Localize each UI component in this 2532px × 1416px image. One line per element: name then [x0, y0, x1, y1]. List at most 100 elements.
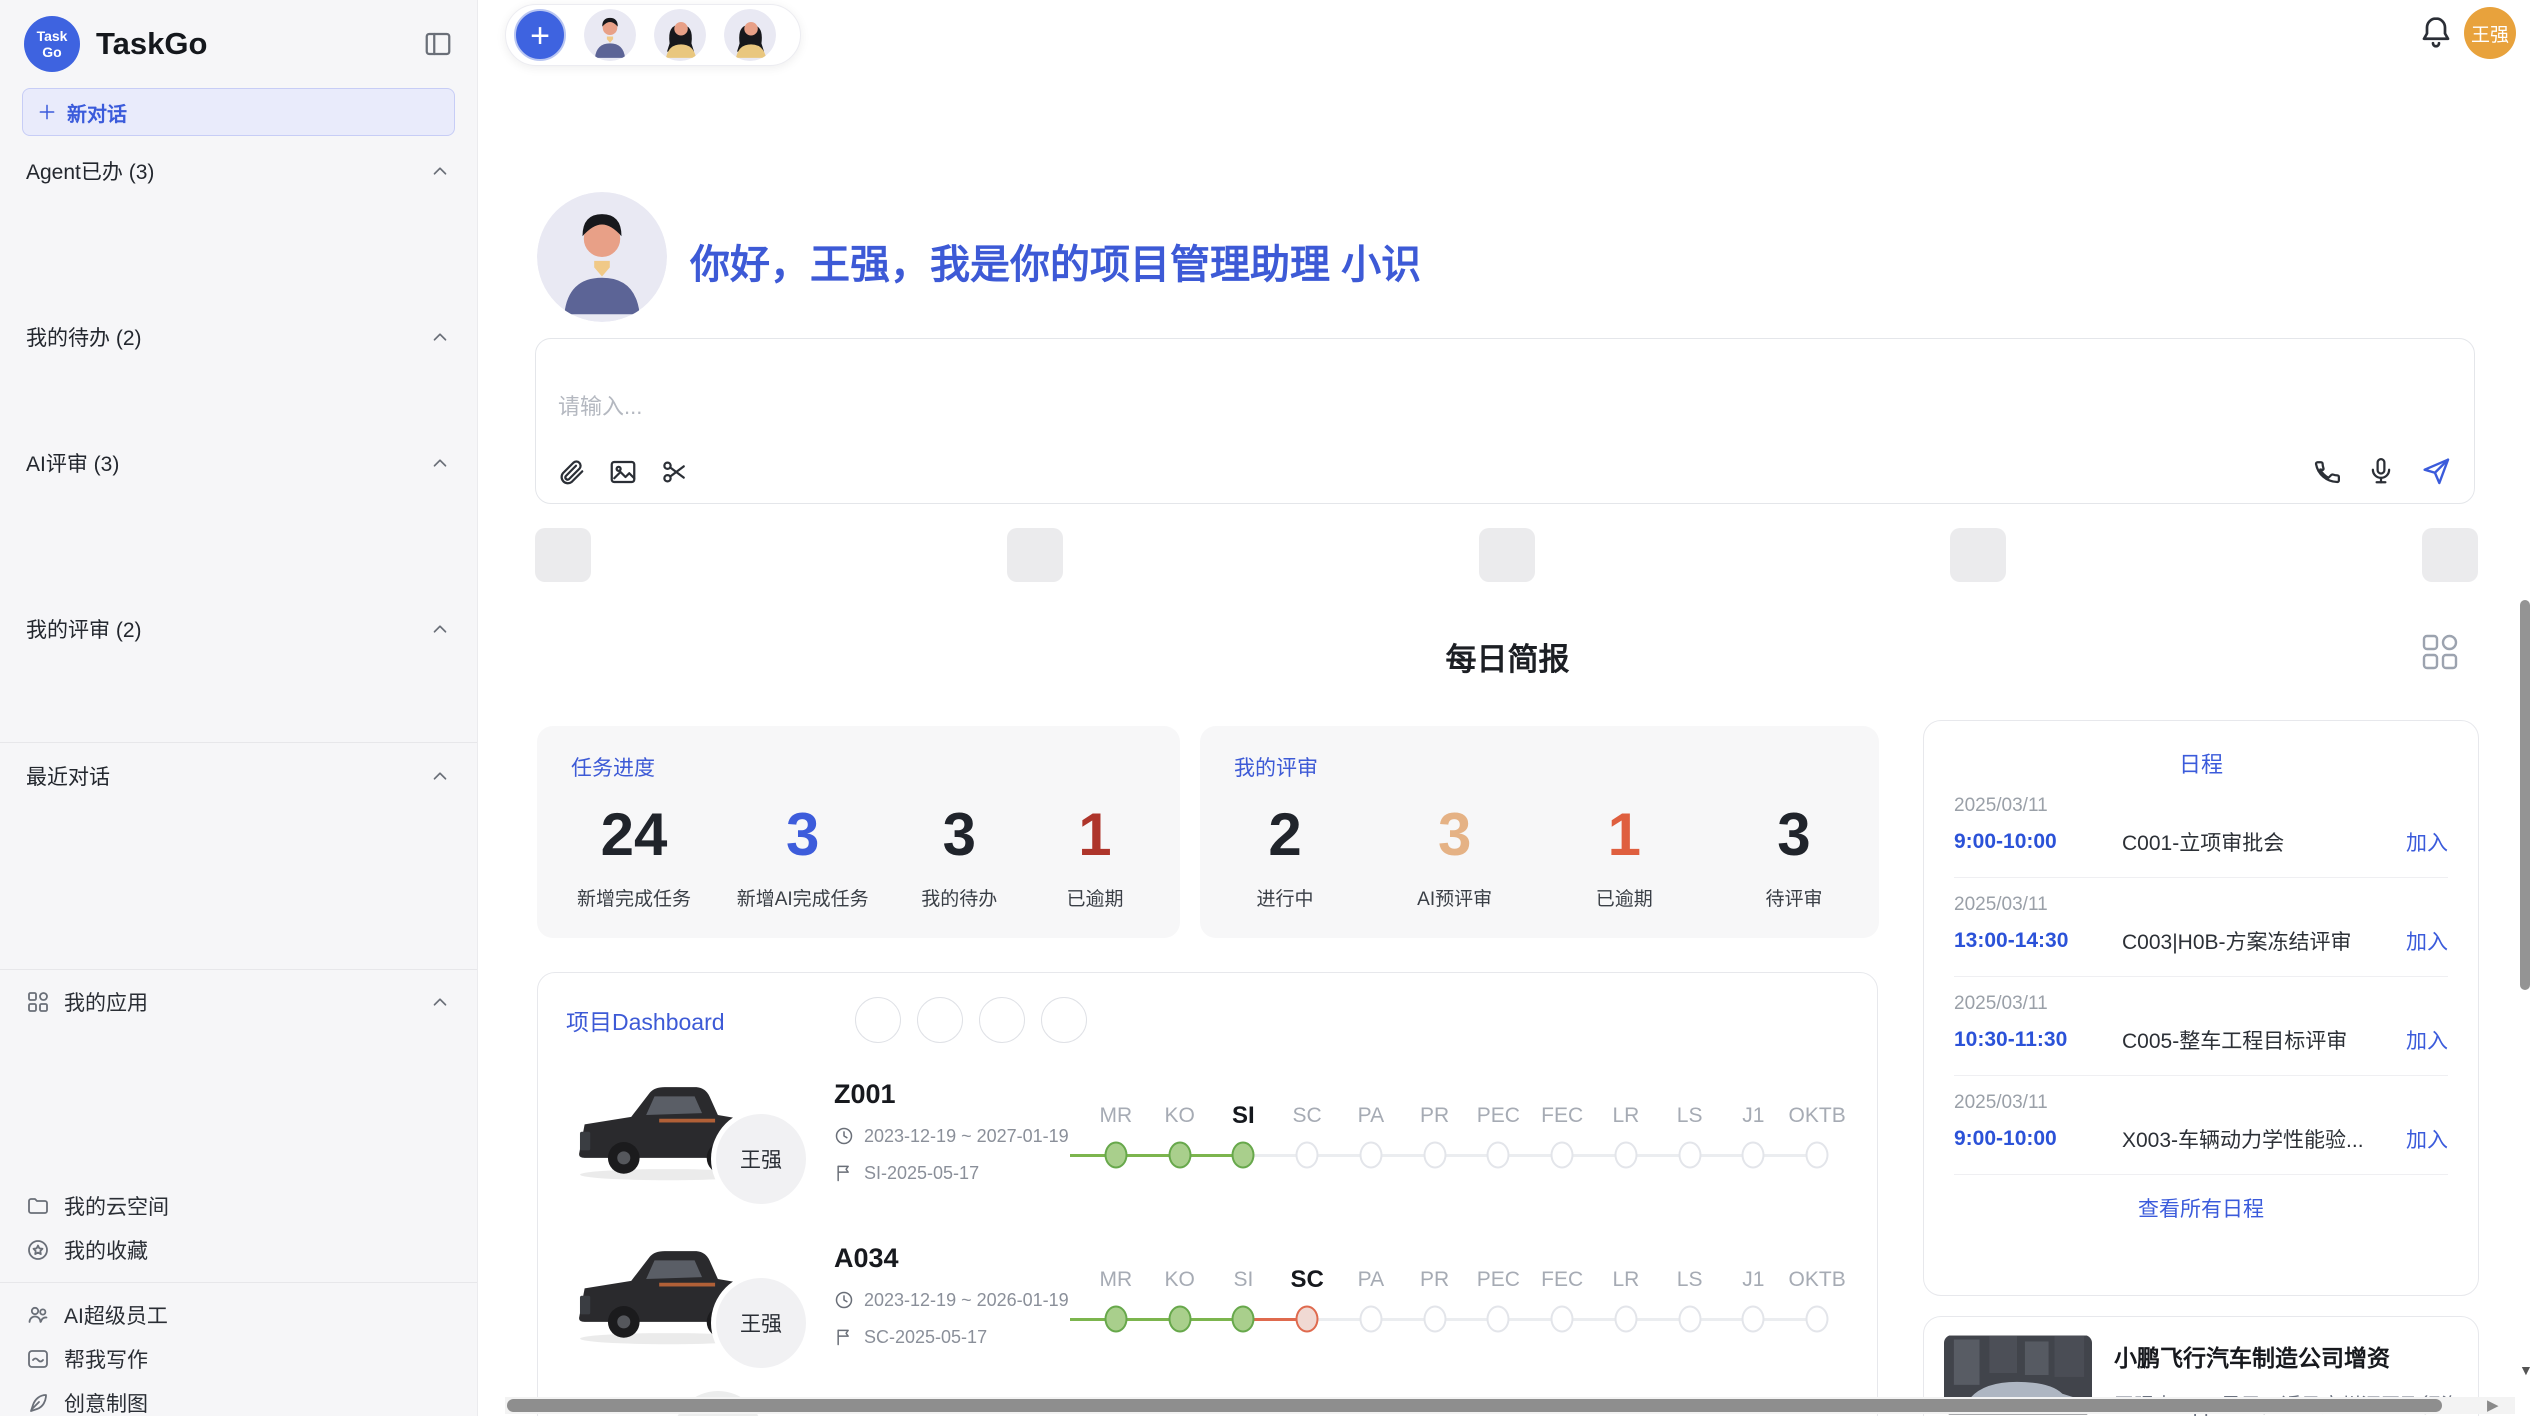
avatar[interactable]	[654, 9, 706, 61]
stat-value: 3	[1410, 800, 1500, 870]
sidebar-section: 我的待办 (2)	[0, 314, 477, 440]
scissors-icon[interactable]	[660, 457, 690, 487]
phone-icon[interactable]	[2312, 456, 2342, 486]
sidebar-item-creative-drawing[interactable]: 创意制图	[0, 1381, 477, 1416]
send-icon[interactable]	[2420, 455, 2452, 487]
suggestion-chip[interactable]	[535, 528, 591, 582]
dashboard-tab[interactable]	[979, 997, 1025, 1043]
project-flag: SC-2025-05-17	[834, 1327, 1084, 1348]
suggestion-chip[interactable]	[1950, 528, 2006, 582]
chevron-up-icon[interactable]	[429, 452, 451, 474]
app-item[interactable]	[0, 1144, 477, 1184]
app-item[interactable]	[0, 1104, 477, 1144]
suggestion-chip[interactable]	[1479, 528, 1535, 582]
app-item[interactable]	[0, 1024, 477, 1064]
sidebar: Task Go TaskGo 新对话 Agent已办 (3)	[0, 0, 478, 1416]
event-join-link[interactable]: 加入	[2406, 1025, 2448, 1055]
recent-chats-header[interactable]: 最近对话	[0, 753, 477, 799]
stat-value: 3	[914, 800, 1004, 870]
sidebar-item[interactable]	[0, 526, 477, 566]
flag-icon	[834, 1163, 854, 1183]
dashboard-title: 项目Dashboard	[566, 1003, 725, 1037]
user-avatar[interactable]: 王强	[2464, 7, 2516, 59]
layout-grid-icon[interactable]	[2418, 630, 2462, 679]
collapse-sidebar-icon[interactable]	[423, 29, 453, 59]
milestone-dot	[1487, 1142, 1510, 1169]
sidebar-item-cloud-space[interactable]: 我的云空间	[0, 1184, 477, 1228]
sidebar-sections: Agent已办 (3) 我的待办 (2)	[0, 148, 477, 732]
milestone-dot	[1359, 1142, 1382, 1169]
sidebar-section-header[interactable]: Agent已办 (3)	[0, 148, 477, 194]
task-progress-card: 任务进度 24 新增完成任务 3 新增AI完成任务 3 我的待办 1 已逾期	[537, 726, 1180, 938]
sidebar-item[interactable]	[0, 360, 477, 400]
suggestion-chip[interactable]	[2422, 528, 2478, 582]
milestone-dot	[1104, 1142, 1127, 1169]
view-all-schedule-link[interactable]: 查看所有日程	[1954, 1193, 2448, 1223]
stat-value: 1	[1050, 800, 1140, 870]
stat-value: 1	[1579, 800, 1669, 870]
chevron-up-icon[interactable]	[429, 326, 451, 348]
notifications-bell-icon[interactable]	[2418, 14, 2454, 55]
chevron-up-icon[interactable]	[429, 765, 451, 787]
recent-chat-item[interactable]	[0, 919, 477, 959]
event-join-link[interactable]: 加入	[2406, 1124, 2448, 1154]
sidebar-item[interactable]	[0, 400, 477, 440]
vertical-scrollbar-thumb[interactable]	[2520, 600, 2530, 990]
event-name: C005-整车工程目标评审	[2122, 1025, 2394, 1055]
dashboard-header: 项目Dashboard	[538, 973, 1877, 1043]
suggestion-chip[interactable]	[1007, 528, 1063, 582]
app-item[interactable]	[0, 1064, 477, 1104]
sidebar-section-header[interactable]: 我的评审 (2)	[0, 606, 477, 652]
sidebar-item-help-me-write[interactable]: 帮我写作	[0, 1337, 477, 1381]
milestone: PA	[1339, 1095, 1403, 1173]
avatar[interactable]	[584, 9, 636, 61]
scroll-right-arrow-icon[interactable]: ▶	[2487, 1396, 2499, 1414]
milestone-track: MR KO	[1084, 1089, 1849, 1173]
my-apps-header[interactable]: 我的应用	[0, 980, 477, 1024]
milestone: SC	[1275, 1095, 1339, 1173]
sidebar-item[interactable]	[0, 486, 477, 526]
milestone: PEC	[1467, 1259, 1531, 1337]
add-session-button[interactable]: +	[514, 9, 566, 61]
event-join-link[interactable]: 加入	[2406, 926, 2448, 956]
sidebar-section-header[interactable]: 我的待办 (2)	[0, 314, 477, 360]
image-icon[interactable]	[608, 457, 638, 487]
schedule-card: 日程 2025/03/11 9:00-10:00 C001-立项审批会 加入 2…	[1923, 720, 2479, 1296]
dashboard-tab[interactable]	[855, 997, 901, 1043]
dashboard-tab[interactable]	[1041, 997, 1087, 1043]
sidebar-item[interactable]	[0, 234, 477, 274]
sidebar-item[interactable]	[0, 274, 477, 314]
new-chat-button[interactable]: 新对话	[22, 88, 455, 136]
sidebar-item-ai-super-staff[interactable]: AI超级员工	[0, 1293, 477, 1337]
chevron-up-icon[interactable]	[429, 991, 451, 1013]
milestone-dot	[1423, 1306, 1446, 1333]
dashboard-tab[interactable]	[917, 997, 963, 1043]
session-switcher: +	[505, 4, 801, 66]
sidebar-item-favorites[interactable]: 我的收藏	[0, 1228, 477, 1272]
chat-input[interactable]	[556, 393, 2260, 421]
paperclip-icon[interactable]	[556, 457, 586, 487]
recent-chat-item[interactable]	[0, 879, 477, 919]
recent-chat-item[interactable]	[0, 839, 477, 879]
chevron-up-icon[interactable]	[429, 618, 451, 640]
project-row[interactable]: 王强 A034 2023-12-19 ~ 2026-01-19 SC-2025-…	[566, 1213, 1849, 1377]
sidebar-item[interactable]	[0, 652, 477, 692]
sidebar-section-items	[0, 360, 477, 440]
horizontal-scrollbar-thumb[interactable]	[507, 1399, 2442, 1412]
sidebar-section-title: AI评审 (3)	[26, 448, 119, 478]
project-dashboard-card: 项目Dashboard 王强 Z001 2023-12-19 ~ 2027-01…	[537, 972, 1878, 1416]
chevron-up-icon[interactable]	[429, 160, 451, 182]
sidebar-item[interactable]	[0, 692, 477, 732]
avatar[interactable]	[724, 9, 776, 61]
milestone: PR	[1403, 1095, 1467, 1173]
dashboard-tabs	[855, 997, 1087, 1043]
microphone-icon[interactable]	[2366, 456, 2396, 486]
scroll-down-arrow-icon[interactable]: ▼	[2519, 1362, 2532, 1378]
milestone-dot	[1614, 1142, 1637, 1169]
sidebar-item[interactable]	[0, 194, 477, 234]
event-join-link[interactable]: 加入	[2406, 827, 2448, 857]
project-row[interactable]: 王强 Z001 2023-12-19 ~ 2027-01-19 SI-2025-…	[566, 1049, 1849, 1213]
sidebar-section-header[interactable]: AI评审 (3)	[0, 440, 477, 486]
sidebar-item[interactable]	[0, 566, 477, 606]
recent-chat-item[interactable]	[0, 799, 477, 839]
